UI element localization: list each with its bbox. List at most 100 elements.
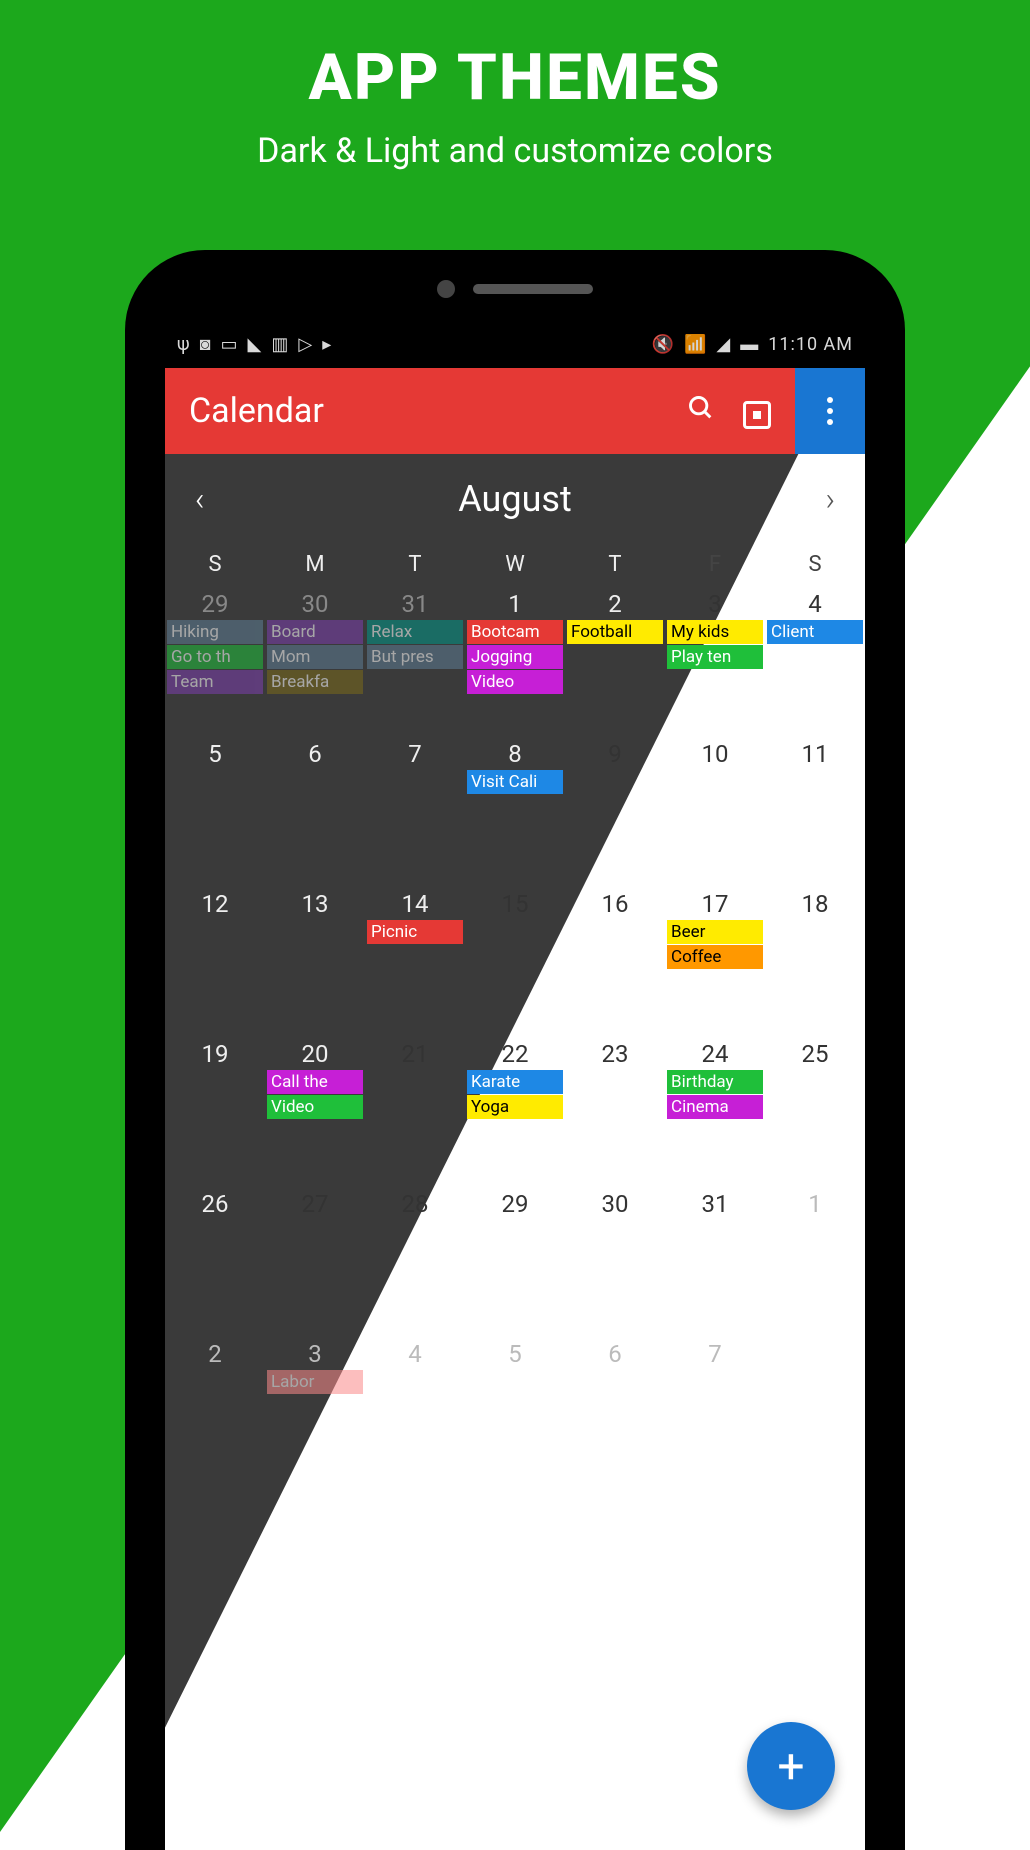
phone-screen: ψ ◙ ▭ ◣ ▥ ▷ ▸ 🔇 📶 ◢ ▬ 11:10 AM Calendar (165, 320, 865, 1850)
month-header: ‹ August › (165, 454, 865, 544)
date-number: 13 (267, 889, 363, 919)
search-icon[interactable] (687, 394, 715, 429)
calendar-cell[interactable]: 20Call theVideo (265, 1035, 365, 1185)
app-icon: ◣ (248, 334, 262, 355)
event-chip[interactable]: Football (567, 620, 663, 644)
event-chip[interactable]: Cinema (667, 1095, 763, 1119)
calendar-cell[interactable] (765, 1335, 865, 1485)
calendar-cell[interactable]: 17BeerCoffee (665, 885, 765, 1035)
event-chip[interactable]: My kids (667, 620, 763, 644)
calendar-cell[interactable]: 29 (465, 1185, 565, 1335)
calendar-cell[interactable]: 2 (165, 1335, 265, 1485)
event-chip[interactable]: Bootcam (467, 620, 563, 644)
calendar-cell[interactable]: 27 (265, 1185, 365, 1335)
calendar-cell[interactable]: 11 (765, 735, 865, 885)
add-event-fab[interactable]: + (747, 1722, 835, 1810)
calendar-cell[interactable]: 10 (665, 735, 765, 885)
date-number: 14 (367, 889, 463, 919)
calendar-cell[interactable]: 19 (165, 1035, 265, 1185)
calendar-cell[interactable]: 22KarateYoga (465, 1035, 565, 1185)
calendar-cell[interactable]: 15 (465, 885, 565, 1035)
calendar-cell[interactable]: 21 (365, 1035, 465, 1185)
event-chip[interactable]: Birthday (667, 1070, 763, 1094)
app-title: Calendar (189, 391, 659, 431)
barcode-icon: ▥ (271, 334, 288, 355)
dow-label: T (365, 552, 465, 577)
calendar-cell[interactable]: 5 (165, 735, 265, 885)
calendar-cell[interactable]: 25 (765, 1035, 865, 1185)
calendar-cell[interactable]: 26 (165, 1185, 265, 1335)
event-chip[interactable]: Karate (467, 1070, 563, 1094)
calendar-cell[interactable]: 28 (365, 1185, 465, 1335)
date-number: 6 (567, 1339, 663, 1369)
date-number: 20 (267, 1039, 363, 1069)
event-chip[interactable]: Yoga (467, 1095, 563, 1119)
event-chip[interactable]: Mom (267, 645, 363, 669)
event-chip[interactable]: Go to th (167, 645, 263, 669)
calendar-cell[interactable]: 4 (365, 1335, 465, 1485)
calendar-cell[interactable]: 9 (565, 735, 665, 885)
signal-icon: ◢ (716, 334, 730, 355)
dow-label: S (165, 552, 265, 577)
prev-month-button[interactable]: ‹ (195, 480, 205, 518)
status-icons-left: ψ ◙ ▭ ◣ ▥ ▷ ▸ (177, 334, 331, 355)
event-chip[interactable]: Board (267, 620, 363, 644)
calendar-cell[interactable]: 18 (765, 885, 865, 1035)
event-chip[interactable]: Play ten (667, 645, 763, 669)
event-chip[interactable]: Relax (367, 620, 463, 644)
event-chip[interactable]: But pres (367, 645, 463, 669)
calendar-cell[interactable]: 6 (565, 1335, 665, 1485)
event-chip[interactable]: Hiking (167, 620, 263, 644)
calendar-cell[interactable]: 30 (565, 1185, 665, 1335)
event-chip[interactable]: Jogging (467, 645, 563, 669)
calendar-cell[interactable]: 7 (665, 1335, 765, 1485)
date-number: 23 (567, 1039, 663, 1069)
event-chip[interactable]: Beer (667, 920, 763, 944)
calendar-cell[interactable]: 2Football (565, 585, 665, 735)
date-number: 8 (467, 739, 563, 769)
calendar-cell[interactable]: 4Client (765, 585, 865, 735)
status-bar: ψ ◙ ▭ ◣ ▥ ▷ ▸ 🔇 📶 ◢ ▬ 11:10 AM (165, 320, 865, 368)
calendar-cell[interactable]: 7 (365, 735, 465, 885)
calendar-cell[interactable]: 31RelaxBut pres (365, 585, 465, 735)
next-month-button[interactable]: › (825, 480, 835, 518)
date-number: 2 (167, 1339, 263, 1369)
calendar-cell[interactable]: 3My kidsPlay ten (665, 585, 765, 735)
calendar-cell[interactable]: 24BirthdayCinema (665, 1035, 765, 1185)
calendar-cell[interactable]: 29HikingGo to thTeam (165, 585, 265, 735)
hero-subtitle: Dark & Light and customize colors (0, 131, 1030, 171)
calendar-cell[interactable]: 1BootcamJoggingVideo (465, 585, 565, 735)
calendar-cell[interactable]: 30BoardMomBreakfa (265, 585, 365, 735)
event-chip[interactable]: Video (467, 670, 563, 694)
event-chip[interactable]: Picnic (367, 920, 463, 944)
overflow-menu[interactable] (795, 368, 865, 454)
event-chip[interactable]: Team (167, 670, 263, 694)
app-bar: Calendar (165, 368, 865, 454)
date-number: 4 (767, 589, 863, 619)
dow-label: F (665, 552, 765, 577)
today-icon[interactable] (743, 393, 771, 429)
event-chip[interactable]: Visit Cali (467, 770, 563, 794)
event-chip[interactable]: Labor (267, 1370, 363, 1394)
event-chip[interactable]: Client (767, 620, 863, 644)
app-bar-main: Calendar (165, 368, 795, 454)
event-chip[interactable]: Breakfa (267, 670, 363, 694)
mute-icon: 🔇 (652, 334, 674, 355)
date-number: 22 (467, 1039, 563, 1069)
event-chip[interactable]: Call the (267, 1070, 363, 1094)
calendar-cell[interactable]: 8Visit Cali (465, 735, 565, 885)
calendar-cell[interactable]: 3Labor (265, 1335, 365, 1485)
calendar-cell[interactable]: 23 (565, 1035, 665, 1185)
calendar-cell[interactable]: 31 (665, 1185, 765, 1335)
calendar-cell[interactable]: 14Picnic (365, 885, 465, 1035)
calendar-cell[interactable]: 13 (265, 885, 365, 1035)
date-number: 3 (267, 1339, 363, 1369)
calendar-cell[interactable]: 6 (265, 735, 365, 885)
calendar-cell[interactable]: 12 (165, 885, 265, 1035)
event-chip[interactable]: Coffee (667, 945, 763, 969)
calendar-cell[interactable]: 16 (565, 885, 665, 1035)
calendar-cell[interactable]: 5 (465, 1335, 565, 1485)
calendar-cell[interactable]: 1 (765, 1185, 865, 1335)
event-chip[interactable]: Video (267, 1095, 363, 1119)
date-number: 31 (667, 1189, 763, 1219)
